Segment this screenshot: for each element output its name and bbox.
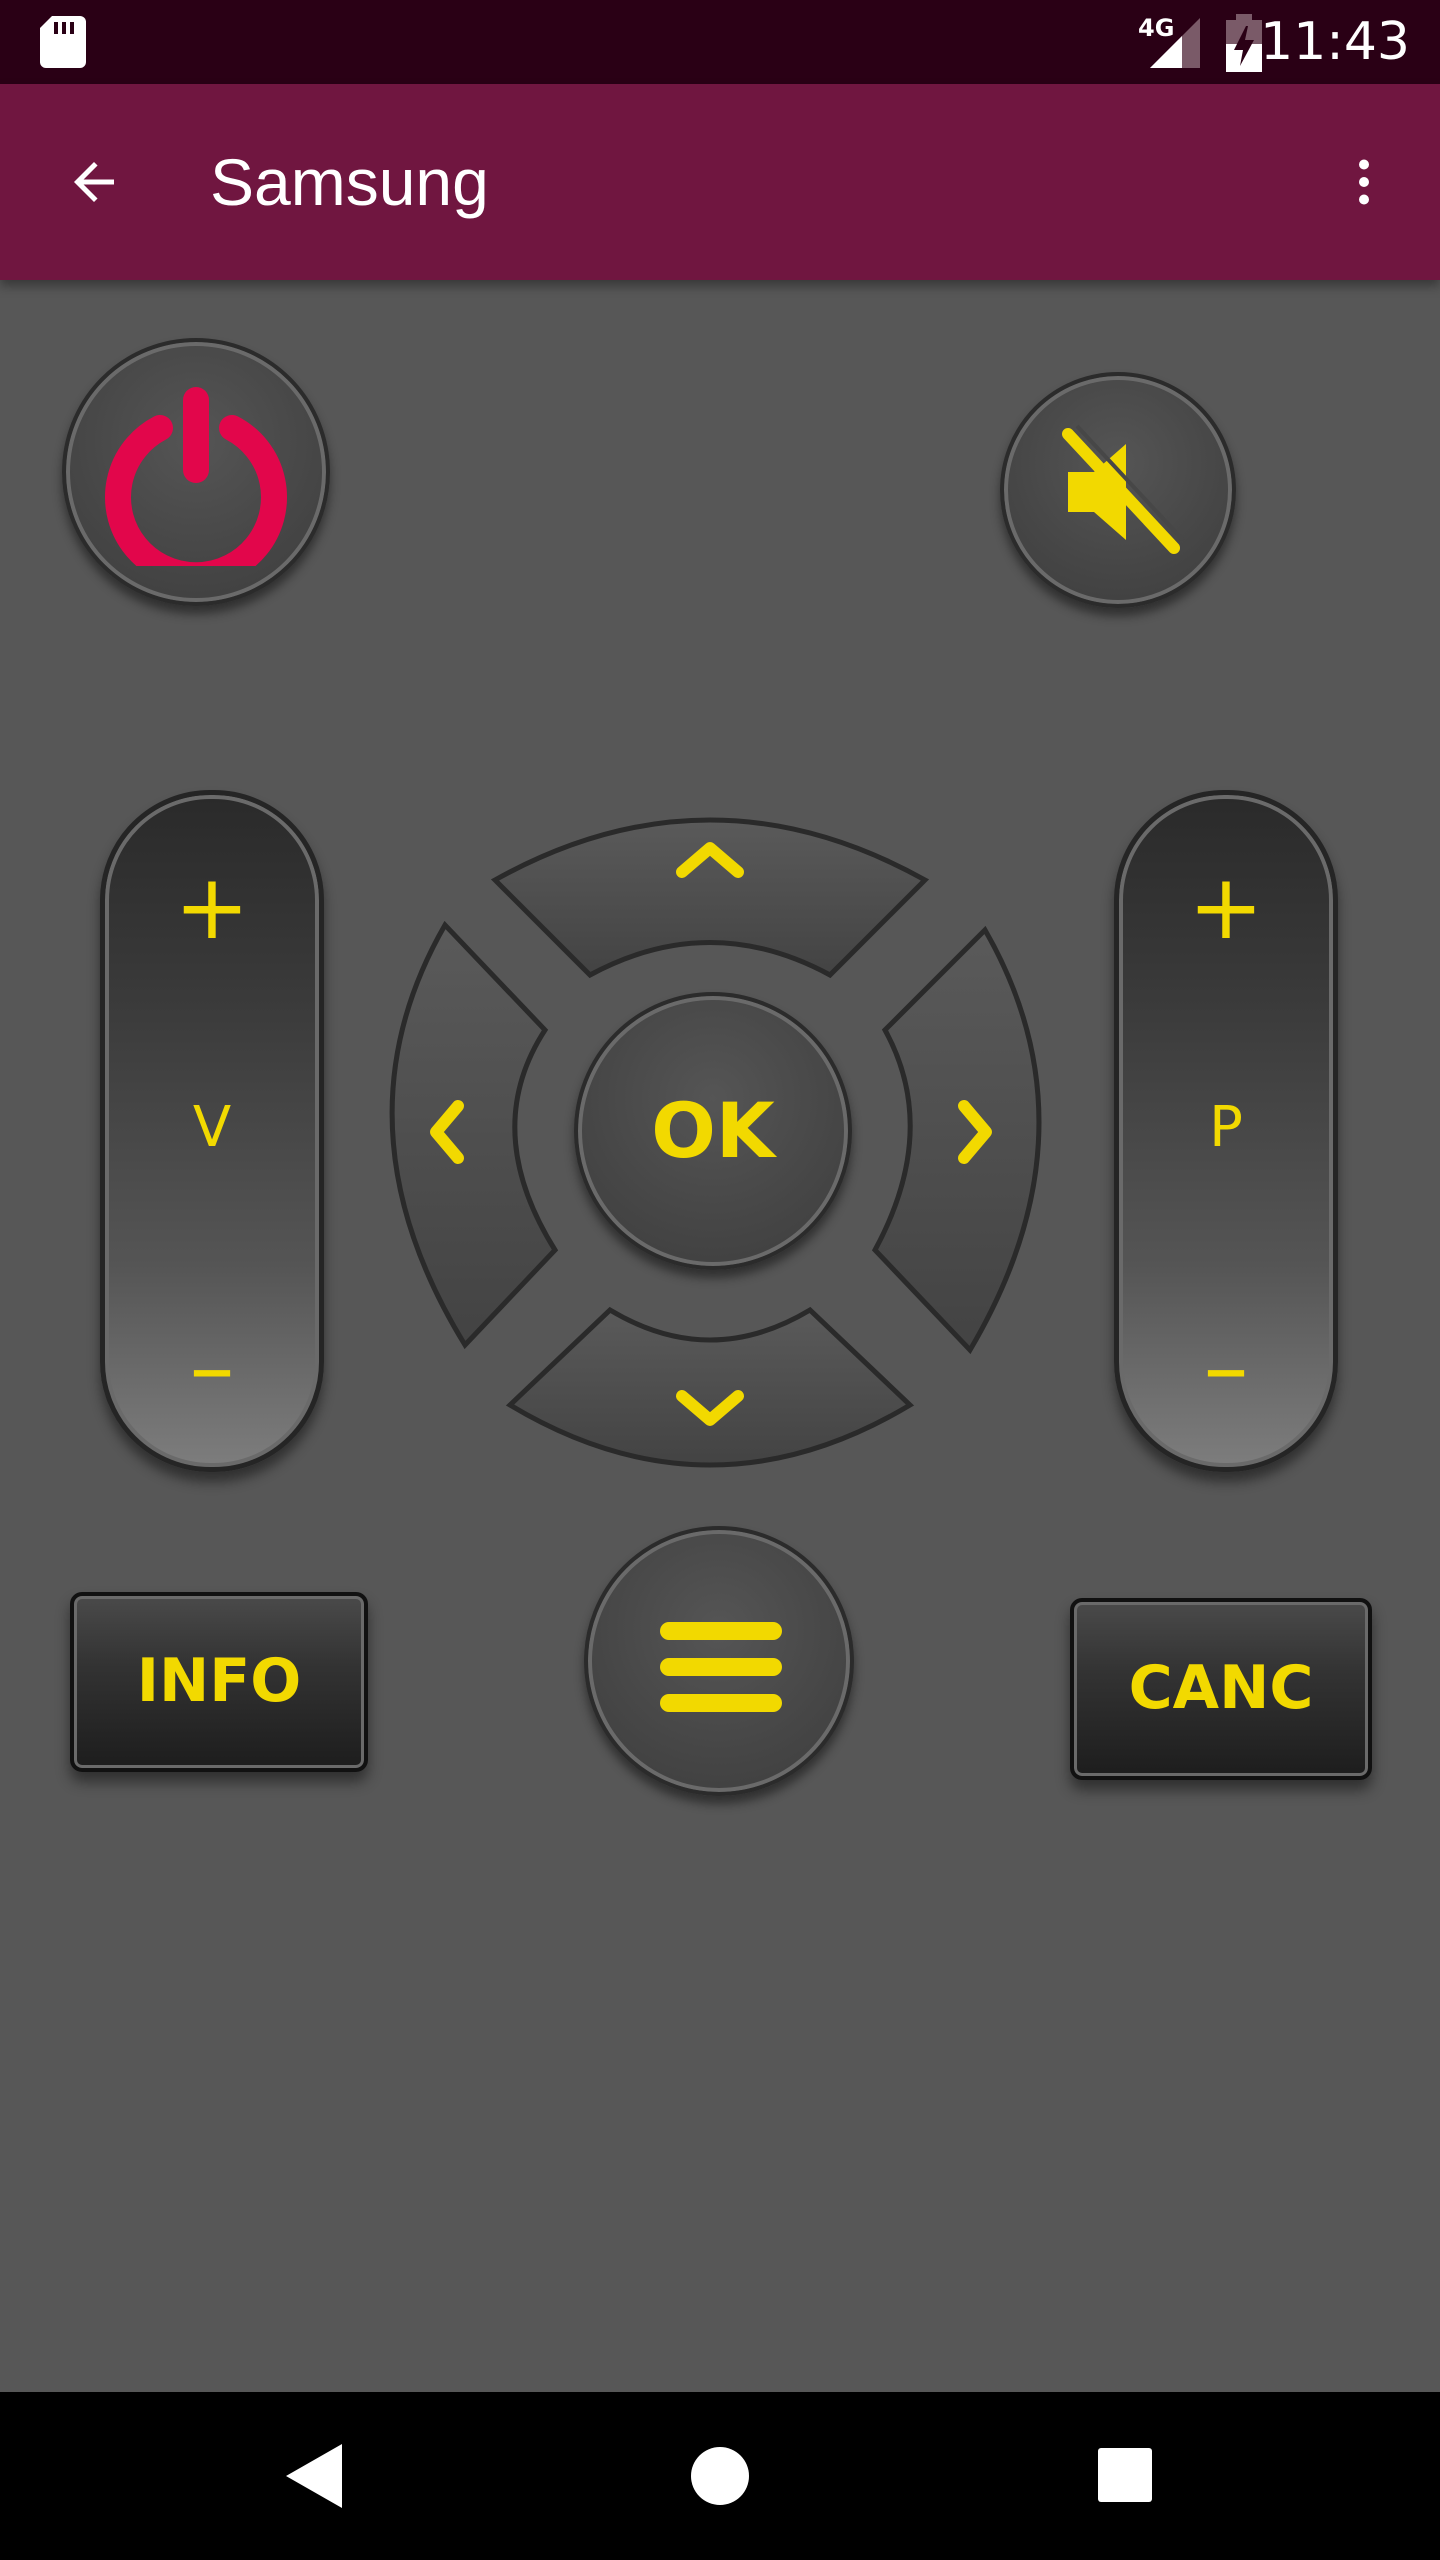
dpad-left-button[interactable] <box>389 920 559 1350</box>
battery-charging-icon <box>1226 14 1262 72</box>
mute-button[interactable] <box>1000 372 1236 608</box>
nav-back-icon[interactable] <box>286 2444 342 2508</box>
volume-rocker: + V – <box>100 790 324 1472</box>
channel-rocker: + P – <box>1114 790 1338 1472</box>
signal-icon <box>1150 18 1200 68</box>
power-icon <box>105 387 287 566</box>
volume-label: V <box>192 1095 232 1160</box>
channel-down-button[interactable]: – <box>1119 1315 1333 1420</box>
status-time: 11:43 <box>1260 12 1410 72</box>
nav-recents-icon[interactable] <box>1098 2448 1152 2502</box>
status-bar: 4G 11:43 <box>0 0 1440 84</box>
sd-card-icon <box>40 16 86 68</box>
page-title: Samsung <box>210 145 489 219</box>
ok-label: OK <box>651 1086 775 1175</box>
dpad-down-button[interactable] <box>505 1306 915 1468</box>
canc-button[interactable]: CANC <box>1070 1598 1372 1780</box>
volume-off-icon <box>1062 424 1185 554</box>
power-button[interactable] <box>62 338 330 606</box>
dpad-right-button[interactable] <box>871 925 1042 1355</box>
navigation-bar <box>0 2392 1440 2560</box>
volume-down-button[interactable]: – <box>105 1315 319 1420</box>
channel-label: P <box>1209 1095 1243 1160</box>
menu-button[interactable] <box>584 1526 854 1796</box>
arrow-back-icon[interactable] <box>64 152 124 212</box>
info-button[interactable]: INFO <box>70 1592 368 1772</box>
channel-up-button[interactable]: + <box>1119 855 1333 960</box>
nav-home-icon[interactable] <box>690 2446 750 2506</box>
volume-up-button[interactable]: + <box>105 855 319 960</box>
ok-button[interactable]: OK <box>574 992 852 1270</box>
more-vert-icon[interactable] <box>1334 152 1394 212</box>
hamburger-menu-icon <box>660 1622 782 1712</box>
app-bar: Samsung <box>0 84 1440 280</box>
